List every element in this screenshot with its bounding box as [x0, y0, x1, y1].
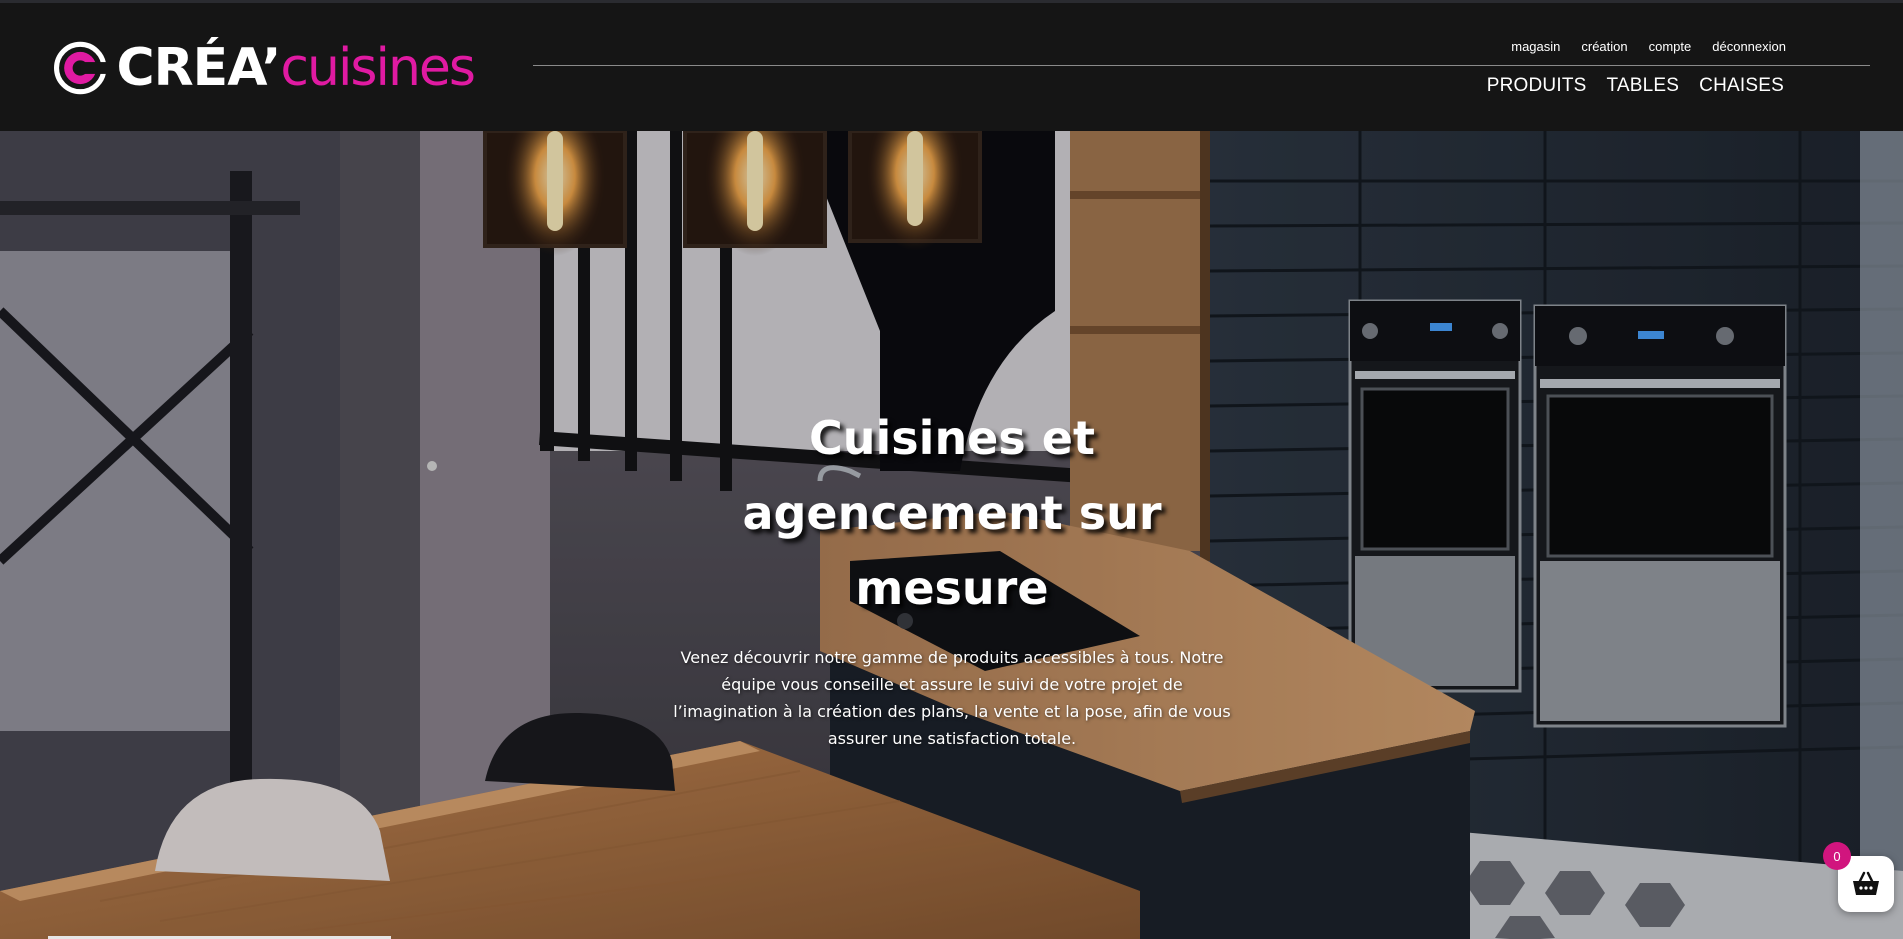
logo-name-cuisines: cuisines — [280, 38, 476, 98]
nav-link-produits[interactable]: PRODUITS — [1487, 75, 1587, 97]
secondary-nav: magasin création compte déconnexion — [1511, 39, 1786, 54]
main-nav: PRODUITS TABLES CHAISES — [1487, 75, 1784, 97]
hero-title: Cuisines et agencement sur mesure — [742, 411, 1162, 615]
nav-divider — [533, 65, 1870, 66]
hero-content: Cuisines et agencement sur mesure Venez … — [652, 401, 1252, 752]
nav-link-deconnexion[interactable]: déconnexion — [1712, 39, 1786, 54]
logo-text: CRÉA’cuisines — [116, 42, 476, 94]
cart-count-badge: 0 — [1823, 842, 1851, 870]
basket-icon — [1853, 871, 1879, 895]
hero-description: Venez découvrir notre gamme de produits … — [673, 648, 1231, 748]
site-header: CRÉA’cuisines magasin création compte dé… — [0, 3, 1903, 131]
logo[interactable]: CRÉA’cuisines — [54, 33, 476, 103]
nav-link-magasin[interactable]: magasin — [1511, 39, 1560, 54]
nav-link-compte[interactable]: compte — [1649, 39, 1692, 54]
nav-link-creation[interactable]: création — [1581, 39, 1627, 54]
nav-link-chaises[interactable]: CHAISES — [1699, 75, 1784, 97]
nav-link-tables[interactable]: TABLES — [1607, 75, 1680, 97]
logo-mark-icon — [54, 41, 107, 95]
logo-name-crea: CRÉA’ — [116, 38, 281, 98]
hero-banner: Cuisines et agencement sur mesure Venez … — [0, 131, 1903, 939]
